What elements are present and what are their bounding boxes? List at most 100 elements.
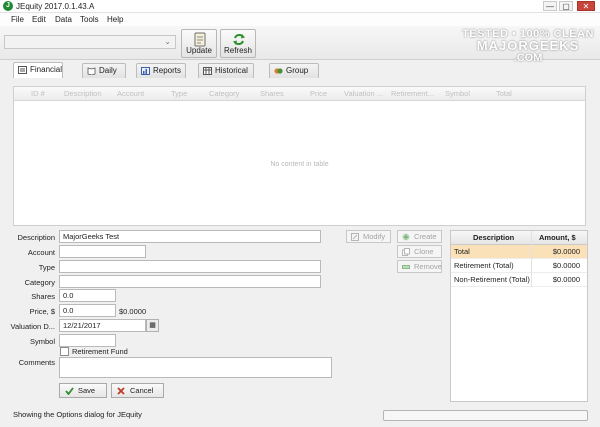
clone-label: Clone (414, 247, 434, 256)
close-button[interactable]: ✕ (577, 1, 595, 11)
summary-row-description: Total (454, 247, 470, 256)
create-label: Create (414, 232, 437, 241)
maximize-button[interactable]: ▢ (559, 1, 573, 11)
retirement-fund-checkbox[interactable] (60, 347, 69, 356)
type-field[interactable] (59, 260, 321, 273)
column-symbol[interactable]: Symbol (445, 89, 470, 99)
refresh-icon (233, 34, 245, 45)
column-shares[interactable]: Shares (260, 89, 284, 99)
empty-table-message: No content in table (270, 161, 329, 168)
menu-edit[interactable]: Edit (32, 14, 46, 25)
refresh-label: Refresh (223, 46, 252, 55)
tab-historical-label: Historical (215, 66, 248, 75)
summary-row-retirement[interactable]: Retirement (Total) $0.0000 (451, 259, 587, 273)
summary-column-description[interactable]: Description (473, 233, 514, 243)
summary-column-amount[interactable]: Amount, $ (539, 233, 576, 243)
create-button[interactable]: Create (397, 230, 442, 243)
column-type[interactable]: Type (171, 89, 187, 99)
summary-row-description: Non-Retirement (Total) (454, 275, 530, 284)
summary-row-amount: $0.0000 (552, 275, 580, 284)
app-logo-icon: J (3, 1, 13, 11)
summary-row-amount: $0.0000 (552, 247, 580, 256)
valuation-date-field[interactable]: 12/21/2017 (59, 319, 146, 332)
cancel-button[interactable]: Cancel (111, 383, 164, 398)
tab-group[interactable]: Group (269, 63, 319, 78)
cancel-icon (117, 387, 125, 395)
account-label: Account (27, 248, 55, 257)
column-valuation[interactable]: Valuation ... (344, 89, 383, 99)
column-price[interactable]: Price (310, 89, 327, 99)
cancel-label: Cancel (130, 386, 154, 395)
valuation-date-label: Valuation D... (10, 322, 55, 331)
table-header: ID # Description Account Type Category S… (14, 87, 585, 101)
account-field[interactable] (59, 245, 146, 258)
remove-icon (402, 265, 410, 269)
watermark-line-2: MAJORGEEKS (476, 38, 580, 53)
status-bar: Showing the Options dialog for JEquity (0, 405, 600, 427)
menu-help[interactable]: Help (107, 14, 123, 25)
summary-row-total[interactable]: Total $0.0000 (451, 245, 587, 259)
tab-reports[interactable]: Reports (136, 63, 186, 78)
save-label: Save (78, 386, 96, 395)
summary-header: Description Amount, $ (451, 231, 587, 245)
comments-field[interactable] (59, 357, 332, 378)
save-button[interactable]: Save (59, 383, 107, 398)
symbol-field[interactable] (59, 334, 116, 347)
menu-tools[interactable]: Tools (80, 14, 99, 25)
symbol-label: Symbol (29, 337, 55, 346)
category-label: Category (24, 278, 55, 287)
clone-button[interactable]: Clone (397, 245, 442, 258)
column-total[interactable]: Total (496, 89, 512, 99)
shares-label: Shares (31, 292, 55, 301)
chevron-down-icon: ⌄ (164, 37, 171, 46)
summary-column-divider (531, 231, 532, 287)
status-message: Showing the Options dialog for JEquity (13, 410, 142, 419)
minimize-button[interactable]: — (543, 1, 557, 11)
menu-bar: File Edit Data Tools Help (0, 13, 600, 26)
tab-daily-label: Daily (99, 66, 117, 75)
amount-value: $0.0000 (119, 307, 147, 316)
column-retirement[interactable]: Retirement... (391, 89, 434, 99)
tab-reports-label: Reports (153, 66, 182, 75)
price-label: Price, $ (29, 307, 55, 316)
daily-icon (87, 67, 96, 75)
update-button[interactable]: Update (181, 29, 217, 58)
tab-bar: Financial Daily Reports Historical Group (0, 61, 600, 78)
modify-button[interactable]: Modify (346, 230, 391, 243)
calendar-icon[interactable]: ▦ (146, 319, 159, 332)
column-description[interactable]: Description (64, 89, 102, 99)
clone-icon (402, 248, 410, 256)
checkmark-icon (65, 387, 74, 395)
description-label: Description (17, 233, 55, 242)
tab-group-label: Group (286, 66, 309, 75)
column-category[interactable]: Category (209, 89, 239, 99)
description-field[interactable]: MajorGeeks Test (59, 230, 321, 243)
group-icon (274, 68, 283, 74)
update-label: Update (186, 46, 212, 55)
refresh-button[interactable]: Refresh (220, 29, 256, 58)
tab-daily[interactable]: Daily (82, 63, 126, 78)
summary-row-amount: $0.0000 (552, 261, 580, 270)
remove-button[interactable]: Remove (397, 260, 442, 273)
plus-icon (402, 233, 410, 241)
edit-icon (351, 233, 359, 241)
summary-row-description: Retirement (Total) (454, 261, 514, 270)
tab-historical[interactable]: Historical (198, 63, 254, 78)
portfolio-selector[interactable]: ⌄ (4, 35, 176, 49)
summary-table[interactable]: Description Amount, $ Total $0.0000 Reti… (450, 230, 588, 402)
positions-table[interactable]: ID # Description Account Type Category S… (13, 86, 586, 226)
title-bar: J JEquity 2017.0.1.43.A — ▢ ✕ (0, 0, 600, 13)
column-id[interactable]: ID # (31, 89, 45, 99)
tab-financial[interactable]: Financial (13, 62, 63, 78)
price-field[interactable]: 0.0 (59, 304, 116, 317)
tab-financial-label: Financial (30, 65, 63, 74)
menu-file[interactable]: File (11, 14, 24, 25)
type-label: Type (38, 263, 55, 272)
reports-icon (141, 67, 150, 75)
summary-row-non-retirement[interactable]: Non-Retirement (Total) $0.0000 (451, 273, 587, 287)
shares-field[interactable]: 0.0 (59, 289, 116, 302)
column-account[interactable]: Account (117, 89, 144, 99)
category-field[interactable] (59, 275, 321, 288)
menu-data[interactable]: Data (55, 14, 72, 25)
financial-icon (18, 66, 27, 74)
